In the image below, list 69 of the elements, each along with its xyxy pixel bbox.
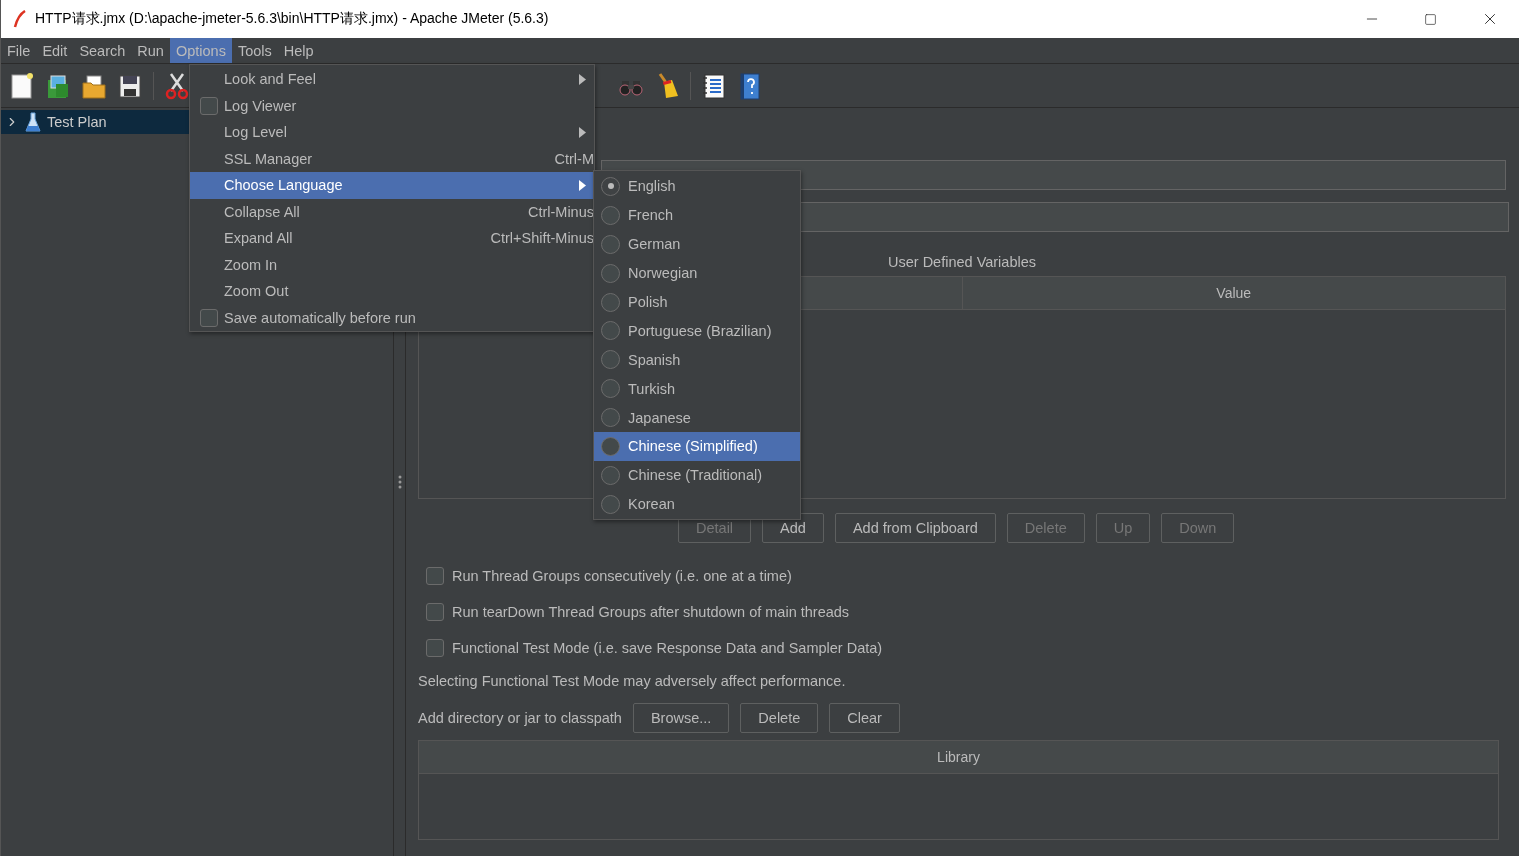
checkbox-label: Run tearDown Thread Groups after shutdown of main threads [452, 604, 850, 620]
radio-button[interactable] [601, 494, 620, 514]
radio-button[interactable] [601, 205, 620, 225]
menu-item[interactable]: Choose Language [190, 172, 594, 199]
checkbox[interactable] [200, 308, 218, 327]
help-book-icon[interactable] [737, 71, 763, 100]
menu-item[interactable]: SSL Manager Ctrl-M [190, 145, 594, 172]
checkbox-label: Run Thread Groups consecutively (i.e. one at a time) [452, 568, 792, 584]
menu-item[interactable]: Polish [594, 287, 800, 317]
splitter-handle-icon[interactable] [397, 474, 402, 490]
radio-button[interactable] [601, 263, 620, 283]
radio-button[interactable] [601, 379, 620, 399]
menu-item[interactable]: Log Level [190, 119, 594, 146]
classpath-label: Add directory or jar to classpath [418, 710, 622, 726]
list-icon[interactable] [701, 71, 727, 100]
submenu-arrow-icon [579, 179, 586, 191]
maximize-icon[interactable] [1424, 12, 1437, 26]
menu-item[interactable]: Japanese [594, 403, 800, 432]
menu-item[interactable]: Expand All Ctrl+Shift-Minus [190, 225, 594, 252]
checkbox[interactable] [426, 603, 444, 621]
table-header: Value [961, 277, 1505, 309]
menu-item[interactable]: Log Viewer [190, 92, 594, 119]
menu-item[interactable]: Norwegian [594, 258, 800, 288]
radio-button[interactable] [601, 408, 620, 428]
menu-title[interactable]: Help [277, 38, 320, 63]
menu-item[interactable]: Collapse All Ctrl-Minus [190, 198, 594, 225]
scissors-icon[interactable] [164, 71, 190, 100]
radio-button[interactable] [601, 321, 620, 341]
document-icon[interactable] [9, 71, 35, 100]
menu-item[interactable]: Turkish [594, 374, 800, 404]
menu-title[interactable]: Run [131, 38, 170, 63]
warning-note: Selecting Functional Test Mode may adversely affect performance. [418, 672, 847, 691]
menu-item[interactable]: Zoom In [190, 251, 594, 278]
submenu-arrow-icon [579, 126, 586, 138]
menu-title[interactable]: Edit [36, 38, 74, 63]
classpath-button[interactable]: Browse... [632, 703, 730, 733]
menu-item[interactable]: English [594, 172, 800, 201]
menu-item[interactable]: Chinese (Simplified) [594, 432, 800, 461]
checkbox[interactable] [426, 567, 444, 585]
menu-item[interactable]: German [594, 229, 800, 259]
checkbox-label: Functional Test Mode (i.e. save Response Data and Sampler Data) [452, 640, 883, 656]
radio-button[interactable] [601, 176, 620, 196]
tree-item[interactable]: Test Plan [1, 110, 189, 134]
menu-item[interactable]: Save automatically before run [190, 304, 594, 331]
menu-title[interactable]: File [1, 38, 37, 63]
menu-item[interactable]: Zoom Out [190, 278, 594, 305]
menu-item[interactable]: Chinese (Traditional) [594, 460, 800, 490]
checkbox[interactable] [200, 96, 218, 115]
classpath-button[interactable]: Clear [829, 703, 900, 733]
menu-title[interactable]: Search [73, 38, 132, 63]
flask-icon [25, 112, 41, 132]
table-header: Library [936, 748, 981, 767]
menu-item[interactable]: Look and Feel [190, 66, 594, 93]
menu-item[interactable]: Spanish [594, 345, 800, 375]
radio-button[interactable] [601, 234, 620, 254]
window-title: HTTP请求.jmx (D:\apache-jmeter-5.6.3\bin\HTTP请求.jmx) - Apache JMeter (5.6.3) [35, 10, 550, 28]
classpath-button[interactable]: Delete [740, 703, 819, 733]
menu-item[interactable]: French [594, 200, 800, 230]
submenu-arrow-icon [579, 73, 586, 85]
table-button[interactable]: Add from Clipboard [834, 513, 996, 543]
feather-icon [13, 10, 27, 28]
radio-button[interactable] [601, 436, 620, 456]
radio-button[interactable] [601, 350, 620, 370]
checkbox[interactable] [426, 639, 444, 657]
radio-button[interactable] [601, 465, 620, 485]
menu-title[interactable]: Tools [231, 38, 278, 63]
variables-title: User Defined Variables [888, 254, 1036, 270]
radio-button[interactable] [601, 292, 620, 312]
menu-item[interactable]: Portuguese (Brazilian) [594, 316, 800, 346]
